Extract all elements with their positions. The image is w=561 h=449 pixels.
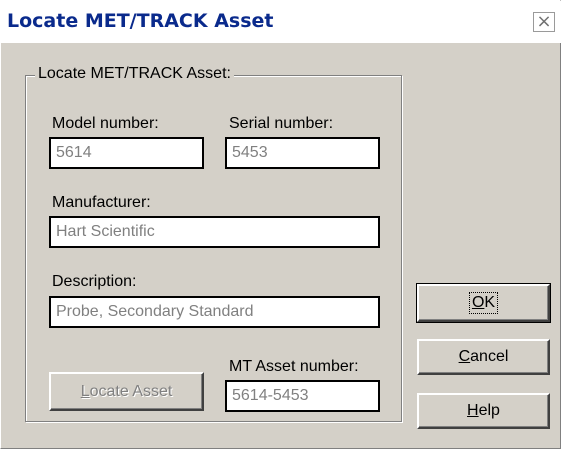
ok-focus-rect: OK (468, 292, 499, 314)
description-label: Description: (52, 273, 137, 290)
window-title: Locate MET/TRACK Asset (7, 10, 274, 32)
groupbox-label: Locate MET/TRACK Asset: (35, 65, 234, 83)
manufacturer-label: Manufacturer: (52, 194, 151, 211)
locate-asset-dialog: Locate MET/TRACK Asset × Locate MET/TRAC… (0, 0, 561, 449)
manufacturer-field[interactable]: Hart Scientific (49, 216, 380, 248)
mt-asset-number-field[interactable]: 5614-5453 (225, 380, 380, 412)
close-icon[interactable]: × (533, 12, 555, 32)
title-bar[interactable]: Locate MET/TRACK Asset × (1, 1, 561, 43)
ok-button[interactable]: OK (416, 283, 551, 323)
model-number-field[interactable]: 5614 (49, 137, 204, 169)
mt-asset-number-label: MT Asset number: (229, 358, 359, 375)
help-button[interactable]: Help (417, 393, 550, 429)
cancel-button[interactable]: Cancel (417, 339, 550, 375)
description-field[interactable]: Probe, Secondary Standard (49, 296, 380, 328)
locate-asset-button[interactable]: Locate Asset (49, 372, 204, 411)
model-number-label: Model number: (52, 115, 159, 132)
serial-number-field[interactable]: 5453 (225, 137, 380, 169)
serial-number-label: Serial number: (229, 115, 334, 132)
